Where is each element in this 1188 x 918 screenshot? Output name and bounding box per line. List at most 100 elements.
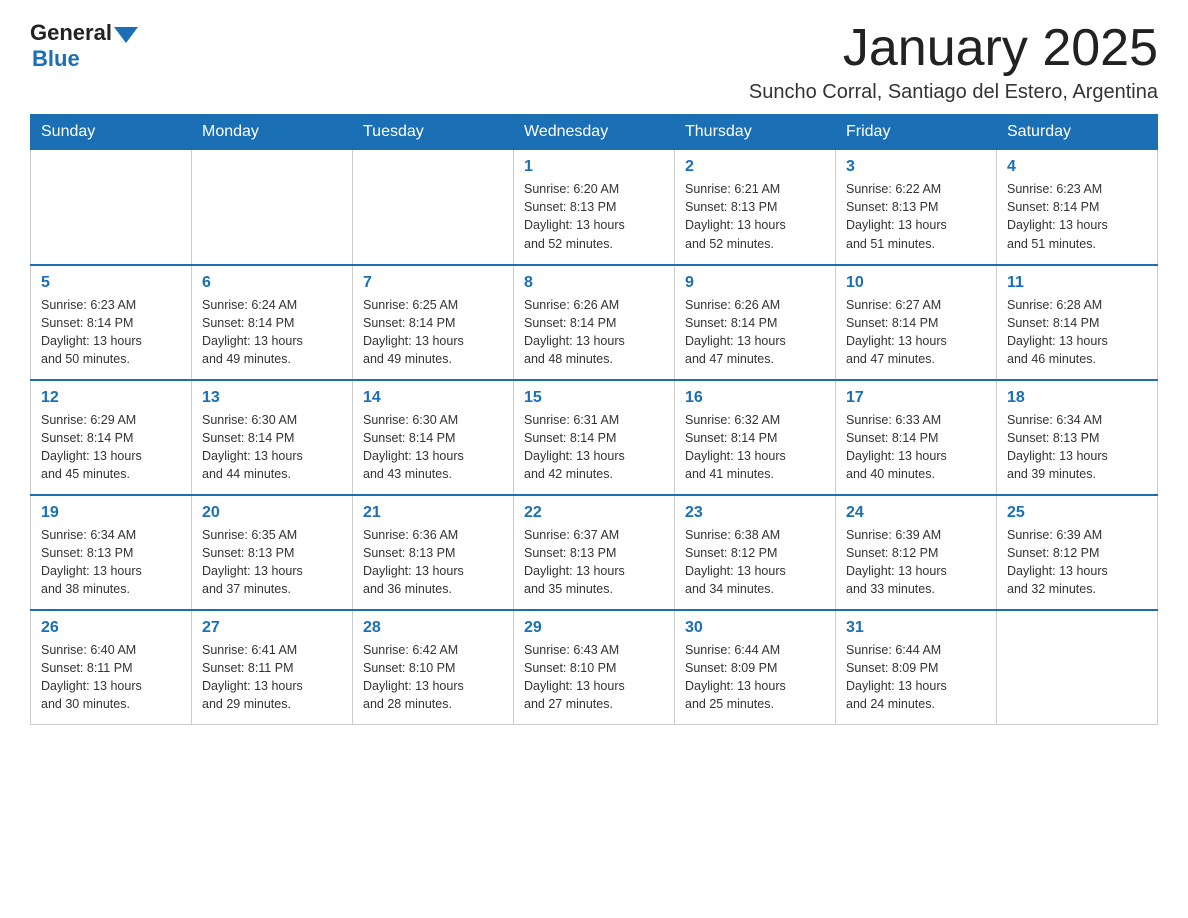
calendar-table: SundayMondayTuesdayWednesdayThursdayFrid…	[30, 114, 1158, 725]
day-number: 31	[846, 619, 986, 637]
day-number: 4	[1007, 158, 1147, 176]
calendar-cell: 26 Sunrise: 6:40 AMSunset: 8:11 PMDayligh…	[31, 610, 192, 725]
day-number: 20	[202, 504, 342, 522]
day-info: Sunrise: 6:31 AMSunset: 8:14 PMDaylight:…	[524, 411, 664, 484]
week-row-2: 5 Sunrise: 6:23 AMSunset: 8:14 PMDaylight…	[31, 265, 1158, 380]
day-info: Sunrise: 6:30 AMSunset: 8:14 PMDaylight:…	[202, 411, 342, 484]
day-info: Sunrise: 6:30 AMSunset: 8:14 PMDaylight:…	[363, 411, 503, 484]
day-number: 29	[524, 619, 664, 637]
calendar-cell: 20 Sunrise: 6:35 AMSunset: 8:13 PMDayligh…	[192, 495, 353, 610]
day-info: Sunrise: 6:44 AMSunset: 8:09 PMDaylight:…	[685, 641, 825, 714]
day-number: 19	[41, 504, 181, 522]
header-day-sunday: Sunday	[31, 115, 192, 150]
day-info: Sunrise: 6:24 AMSunset: 8:14 PMDaylight:…	[202, 296, 342, 369]
day-info: Sunrise: 6:35 AMSunset: 8:13 PMDaylight:…	[202, 526, 342, 599]
logo-top: General	[30, 20, 138, 46]
calendar-cell: 21 Sunrise: 6:36 AMSunset: 8:13 PMDayligh…	[353, 495, 514, 610]
logo-arrow-icon	[114, 27, 138, 43]
day-info: Sunrise: 6:40 AMSunset: 8:11 PMDaylight:…	[41, 641, 181, 714]
day-number: 26	[41, 619, 181, 637]
calendar-cell: 22 Sunrise: 6:37 AMSunset: 8:13 PMDayligh…	[514, 495, 675, 610]
day-number: 17	[846, 389, 986, 407]
calendar-cell	[192, 150, 353, 265]
logo-blue-text: Blue	[32, 46, 80, 72]
day-number: 14	[363, 389, 503, 407]
day-number: 10	[846, 274, 986, 292]
day-number: 25	[1007, 504, 1147, 522]
calendar-cell	[997, 610, 1158, 725]
calendar-cell: 6Sunrise: 6:24 AMSunset: 8:14 PMDaylight…	[192, 265, 353, 380]
day-info: Sunrise: 6:27 AMSunset: 8:14 PMDaylight:…	[846, 296, 986, 369]
calendar-cell: 13 Sunrise: 6:30 AMSunset: 8:14 PMDayligh…	[192, 380, 353, 495]
calendar-cell: 4Sunrise: 6:23 AMSunset: 8:14 PMDaylight…	[997, 150, 1158, 265]
calendar-cell: 27 Sunrise: 6:41 AMSunset: 8:11 PMDayligh…	[192, 610, 353, 725]
day-number: 8	[524, 274, 664, 292]
week-row-1: 1 Sunrise: 6:20 AMSunset: 8:13 PMDaylight…	[31, 150, 1158, 265]
calendar-cell: 29 Sunrise: 6:43 AMSunset: 8:10 PMDayligh…	[514, 610, 675, 725]
calendar-cell: 2Sunrise: 6:21 AMSunset: 8:13 PMDaylight…	[675, 150, 836, 265]
calendar-cell: 3 Sunrise: 6:22 AMSunset: 8:13 PMDaylight…	[836, 150, 997, 265]
week-row-4: 19 Sunrise: 6:34 AMSunset: 8:13 PMDayligh…	[31, 495, 1158, 610]
calendar-cell: 18Sunrise: 6:34 AMSunset: 8:13 PMDayligh…	[997, 380, 1158, 495]
day-info: Sunrise: 6:39 AMSunset: 8:12 PMDaylight:…	[1007, 526, 1147, 599]
header-day-tuesday: Tuesday	[353, 115, 514, 150]
calendar-cell: 31 Sunrise: 6:44 AMSunset: 8:09 PMDayligh…	[836, 610, 997, 725]
day-info: Sunrise: 6:23 AMSunset: 8:14 PMDaylight:…	[41, 296, 181, 369]
day-info: Sunrise: 6:34 AMSunset: 8:13 PMDaylight:…	[1007, 411, 1147, 484]
week-row-5: 26 Sunrise: 6:40 AMSunset: 8:11 PMDayligh…	[31, 610, 1158, 725]
month-title: January 2025	[749, 20, 1158, 77]
calendar-cell: 23Sunrise: 6:38 AMSunset: 8:12 PMDayligh…	[675, 495, 836, 610]
day-info: Sunrise: 6:20 AMSunset: 8:13 PMDaylight:…	[524, 180, 664, 253]
day-info: Sunrise: 6:22 AMSunset: 8:13 PMDaylight:…	[846, 180, 986, 253]
calendar-cell	[31, 150, 192, 265]
calendar-cell: 15 Sunrise: 6:31 AMSunset: 8:14 PMDayligh…	[514, 380, 675, 495]
page-header: General Blue January 2025 Suncho Corral,…	[30, 20, 1158, 104]
day-info: Sunrise: 6:25 AMSunset: 8:14 PMDaylight:…	[363, 296, 503, 369]
day-number: 27	[202, 619, 342, 637]
calendar-cell: 16 Sunrise: 6:32 AMSunset: 8:14 PMDayligh…	[675, 380, 836, 495]
header-day-thursday: Thursday	[675, 115, 836, 150]
calendar-cell: 5 Sunrise: 6:23 AMSunset: 8:14 PMDaylight…	[31, 265, 192, 380]
week-row-3: 12Sunrise: 6:29 AMSunset: 8:14 PMDayligh…	[31, 380, 1158, 495]
calendar-cell: 25 Sunrise: 6:39 AMSunset: 8:12 PMDayligh…	[997, 495, 1158, 610]
calendar-cell: 24Sunrise: 6:39 AMSunset: 8:12 PMDayligh…	[836, 495, 997, 610]
day-info: Sunrise: 6:34 AMSunset: 8:13 PMDaylight:…	[41, 526, 181, 599]
day-number: 12	[41, 389, 181, 407]
day-info: Sunrise: 6:42 AMSunset: 8:10 PMDaylight:…	[363, 641, 503, 714]
location-title: Suncho Corral, Santiago del Estero, Arge…	[749, 81, 1158, 104]
day-number: 5	[41, 274, 181, 292]
day-number: 16	[685, 389, 825, 407]
day-info: Sunrise: 6:32 AMSunset: 8:14 PMDaylight:…	[685, 411, 825, 484]
calendar-cell: 7Sunrise: 6:25 AMSunset: 8:14 PMDaylight…	[353, 265, 514, 380]
day-info: Sunrise: 6:44 AMSunset: 8:09 PMDaylight:…	[846, 641, 986, 714]
day-number: 3	[846, 158, 986, 176]
day-number: 21	[363, 504, 503, 522]
calendar-cell: 8 Sunrise: 6:26 AMSunset: 8:14 PMDaylight…	[514, 265, 675, 380]
calendar-cell: 14 Sunrise: 6:30 AMSunset: 8:14 PMDayligh…	[353, 380, 514, 495]
day-number: 22	[524, 504, 664, 522]
header-row: SundayMondayTuesdayWednesdayThursdayFrid…	[31, 115, 1158, 150]
day-info: Sunrise: 6:39 AMSunset: 8:12 PMDaylight:…	[846, 526, 986, 599]
header-day-wednesday: Wednesday	[514, 115, 675, 150]
day-number: 11	[1007, 274, 1147, 292]
day-number: 30	[685, 619, 825, 637]
day-info: Sunrise: 6:37 AMSunset: 8:13 PMDaylight:…	[524, 526, 664, 599]
day-info: Sunrise: 6:26 AMSunset: 8:14 PMDaylight:…	[524, 296, 664, 369]
header-day-friday: Friday	[836, 115, 997, 150]
day-info: Sunrise: 6:43 AMSunset: 8:10 PMDaylight:…	[524, 641, 664, 714]
day-number: 15	[524, 389, 664, 407]
day-info: Sunrise: 6:41 AMSunset: 8:11 PMDaylight:…	[202, 641, 342, 714]
day-number: 13	[202, 389, 342, 407]
day-number: 1	[524, 158, 664, 176]
calendar-cell: 28 Sunrise: 6:42 AMSunset: 8:10 PMDayligh…	[353, 610, 514, 725]
calendar-cell: 11Sunrise: 6:28 AMSunset: 8:14 PMDayligh…	[997, 265, 1158, 380]
header-day-monday: Monday	[192, 115, 353, 150]
calendar-cell	[353, 150, 514, 265]
day-info: Sunrise: 6:33 AMSunset: 8:14 PMDaylight:…	[846, 411, 986, 484]
header-day-saturday: Saturday	[997, 115, 1158, 150]
day-info: Sunrise: 6:36 AMSunset: 8:13 PMDaylight:…	[363, 526, 503, 599]
day-number: 28	[363, 619, 503, 637]
day-number: 9	[685, 274, 825, 292]
logo-general-text: General	[30, 20, 112, 46]
title-section: January 2025 Suncho Corral, Santiago del…	[749, 20, 1158, 104]
